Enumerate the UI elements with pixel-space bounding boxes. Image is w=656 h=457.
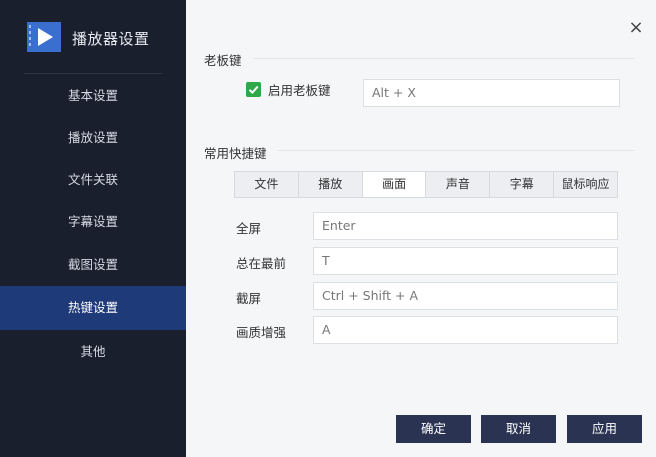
- sidebar-item-hotkeys[interactable]: 热键设置: [0, 286, 186, 330]
- cancel-button[interactable]: 取消: [481, 415, 556, 443]
- section-divider: [278, 150, 634, 151]
- tab-subtitles[interactable]: 字幕: [490, 172, 555, 197]
- sidebar-item-playback[interactable]: 播放设置: [0, 116, 186, 160]
- settings-panel: × 老板键 启用老板键 Alt + X 常用快捷键 文件 播放 画面 声音 字幕…: [186, 0, 656, 457]
- section-divider: [254, 58, 634, 59]
- apply-button[interactable]: 应用: [567, 415, 642, 443]
- tab-mouse[interactable]: 鼠标响应: [554, 172, 617, 197]
- tab-file[interactable]: 文件: [235, 172, 299, 197]
- tab-sound[interactable]: 声音: [426, 172, 491, 197]
- boss-key-input[interactable]: Alt + X: [363, 79, 620, 107]
- hotkey-input-fullscreen[interactable]: Enter: [313, 212, 618, 240]
- boss-key-checkbox-label: 启用老板键: [268, 82, 331, 98]
- app-title: 播放器设置: [72, 30, 150, 48]
- checkbox-checked-icon[interactable]: [246, 81, 261, 97]
- shortcuts-section-title: 常用快捷键: [204, 146, 267, 161]
- sidebar-item-basic[interactable]: 基本设置: [0, 74, 186, 118]
- boss-key-toggle[interactable]: 启用老板键: [246, 81, 331, 98]
- tab-playback[interactable]: 播放: [299, 172, 363, 197]
- hotkey-label-screenshot: 截屏: [236, 291, 262, 306]
- ok-button[interactable]: 确定: [396, 415, 471, 443]
- video-play-icon: [27, 22, 61, 52]
- boss-key-section-title: 老板键: [204, 53, 242, 68]
- hotkey-input-enhance[interactable]: A: [313, 316, 618, 344]
- sidebar-item-subtitles[interactable]: 字幕设置: [0, 200, 186, 244]
- shortcut-tabs: 文件 播放 画面 声音 字幕 鼠标响应: [234, 171, 618, 198]
- brand-header: 播放器设置: [0, 0, 186, 74]
- hotkey-input-always-on-top[interactable]: T: [313, 247, 618, 275]
- close-icon[interactable]: ×: [626, 18, 646, 38]
- hotkey-input-screenshot[interactable]: Ctrl + Shift + A: [313, 282, 618, 310]
- tab-picture[interactable]: 画面: [362, 172, 427, 197]
- hotkey-label-enhance: 画质增强: [236, 325, 287, 340]
- sidebar-item-screenshot[interactable]: 截图设置: [0, 243, 186, 287]
- sidebar-item-other[interactable]: 其他: [0, 330, 186, 374]
- hotkey-label-fullscreen: 全屏: [236, 221, 262, 236]
- sidebar: 播放器设置 基本设置 播放设置 文件关联 字幕设置 截图设置 热键设置 其他: [0, 0, 186, 457]
- sidebar-item-file-association[interactable]: 文件关联: [0, 158, 186, 202]
- hotkey-label-always-on-top: 总在最前: [236, 256, 287, 271]
